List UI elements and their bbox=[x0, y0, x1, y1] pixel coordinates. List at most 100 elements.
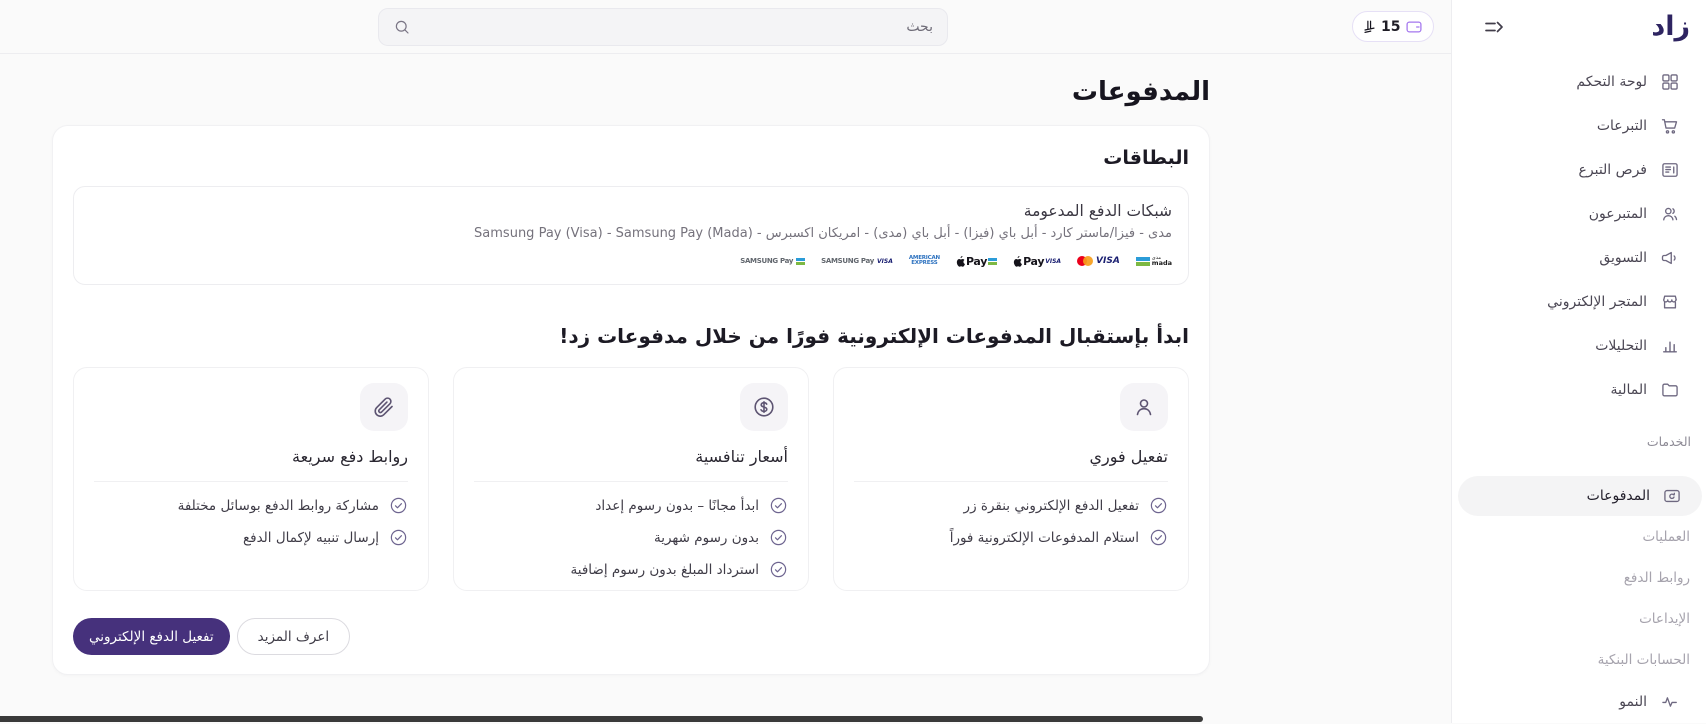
sidebar-item-online-store[interactable]: المتجر الإلكتروني bbox=[1452, 280, 1706, 324]
apple-pay-mada-logo: Pay bbox=[956, 255, 998, 268]
activate-epayment-button[interactable]: تفعيل الدفع الإلكتروني bbox=[73, 618, 230, 655]
check-circle-icon bbox=[390, 529, 407, 546]
sidebar-item-donation-opportunities[interactable]: فرص التبرع bbox=[1452, 148, 1706, 192]
sidebar-item-donors[interactable]: المتبرعون bbox=[1452, 192, 1706, 236]
feature-quick-payment-links: روابط دفع سريعة مشاركة روابط الدفع بوسائ… bbox=[73, 367, 429, 591]
sidebar: زاد لوحة التحكم التبرعات فرص التبرع المت… bbox=[1451, 0, 1706, 723]
board-icon bbox=[1660, 160, 1680, 180]
check-circle-icon bbox=[1150, 497, 1167, 514]
sidebar-item-label: المتبرعون bbox=[1588, 206, 1647, 222]
paperclip-icon bbox=[360, 383, 408, 431]
storefront-icon bbox=[1660, 292, 1680, 312]
app-root: 15 زاد لوحة التحكم التبرعات فرص التبرع bbox=[0, 0, 1706, 723]
feature-title: أسعار تنافسية bbox=[695, 447, 788, 466]
dollar-circle-icon bbox=[740, 383, 788, 431]
finance-wallet-icon bbox=[1660, 380, 1680, 400]
apple-pay-visa-logo: Pay VISA bbox=[1013, 255, 1061, 268]
sidebar-item-label: المدفوعات bbox=[1586, 488, 1650, 504]
sidebar-item-dashboard[interactable]: لوحة التحكم bbox=[1452, 60, 1706, 104]
search-icon bbox=[395, 20, 409, 34]
page-title: المدفوعات bbox=[1071, 77, 1210, 107]
sidebar-item-label: النمو bbox=[1619, 694, 1647, 710]
saudi-riyal-icon bbox=[1364, 20, 1375, 33]
sidebar-section-services: الخدمات bbox=[1646, 433, 1691, 449]
sidebar-item-label: لوحة التحكم bbox=[1576, 74, 1647, 90]
sidebar-item-finance[interactable]: المالية bbox=[1452, 368, 1706, 412]
apple-icon bbox=[1013, 255, 1023, 267]
sidebar-item-label: التسويق bbox=[1599, 250, 1647, 266]
sidebar-header: زاد bbox=[1452, 0, 1706, 54]
analytics-icon bbox=[1660, 336, 1680, 356]
payments-card-icon bbox=[1662, 486, 1682, 506]
mada-mark-icon bbox=[988, 257, 998, 265]
feature-bullet: مشاركة روابط الدفع بوسائل مختلفة bbox=[94, 496, 408, 515]
feature-bullet: تفعيل الدفع الإلكتروني بنقرة زر bbox=[854, 496, 1168, 515]
mastercard-visa-logo: VISA bbox=[1077, 256, 1120, 266]
check-circle-icon bbox=[770, 561, 787, 578]
sidebar-subitem-bank-accounts[interactable]: الحسابات البنكية bbox=[1452, 639, 1706, 680]
samsung-pay-visa-logo: SAMSUNG Pay VISA bbox=[821, 257, 893, 265]
networks-description: مدى - فيزا/ماستر كارد - أبل باي (فيزا) -… bbox=[474, 226, 1172, 241]
sidebar-item-label: التبرعات bbox=[1596, 118, 1647, 134]
sidebar-item-label: المتجر الإلكتروني bbox=[1547, 294, 1647, 310]
feature-competitive-prices: أسعار تنافسية ابدأ مجانًا – بدون رسوم إع… bbox=[453, 367, 809, 591]
collapse-sidebar-icon bbox=[1485, 21, 1503, 33]
check-circle-icon bbox=[1150, 529, 1167, 546]
dashboard-icon bbox=[1660, 72, 1680, 92]
mada-mark-icon bbox=[796, 257, 806, 265]
wallet-icon bbox=[1406, 20, 1423, 33]
sidebar-item-donations[interactable]: التبرعات bbox=[1452, 104, 1706, 148]
networks-title: شبكات الدفع المدعومة bbox=[1023, 202, 1172, 220]
horizontal-scrollbar-thumb[interactable] bbox=[0, 716, 1203, 722]
balance-badge[interactable]: 15 bbox=[1352, 11, 1435, 42]
feature-title: روابط دفع سريعة bbox=[292, 447, 408, 466]
sidebar-item-analytics[interactable]: التحليلات bbox=[1452, 324, 1706, 368]
cards-heading: البطاقات bbox=[1103, 147, 1189, 169]
mastercard-icon bbox=[1077, 256, 1094, 266]
sidebar-subitem-deposits[interactable]: الإيداعات bbox=[1452, 598, 1706, 639]
sidebar-item-label: التحليلات bbox=[1595, 338, 1647, 354]
feature-bullet: ابدأ مجانًا – بدون رسوم إعداد bbox=[474, 496, 788, 515]
actions-row: اعرف المزيد تفعيل الدفع الإلكتروني bbox=[73, 618, 1189, 655]
learn-more-button[interactable]: اعرف المزيد bbox=[236, 618, 351, 655]
pulse-icon bbox=[1660, 692, 1680, 712]
megaphone-icon bbox=[1660, 248, 1680, 268]
samsung-pay-mada-logo: SAMSUNG Pay bbox=[740, 257, 806, 265]
feature-bullet: استلام المدفوعات الإلكترونية فوراً bbox=[854, 528, 1168, 547]
divider bbox=[94, 481, 408, 482]
users-icon bbox=[1660, 204, 1680, 224]
sidebar-item-marketing[interactable]: التسويق bbox=[1452, 236, 1706, 280]
zad-logo[interactable]: زاد bbox=[1651, 9, 1691, 45]
apple-icon bbox=[956, 255, 965, 267]
payments-card: البطاقات شبكات الدفع المدعومة مدى - فيزا… bbox=[52, 125, 1210, 675]
features-row: تفعيل فوري تفعيل الدفع الإلكتروني بنقرة … bbox=[73, 367, 1189, 591]
main-content: المدفوعات البطاقات شبكات الدفع المدعومة … bbox=[52, 54, 1210, 675]
sidebar-subitem-transactions[interactable]: العمليات bbox=[1452, 516, 1706, 557]
sidebar-collapse-button[interactable] bbox=[1482, 15, 1506, 39]
topbar: 15 bbox=[0, 0, 1451, 54]
payment-logos-row: SAMSUNG Pay SAMSUNG Pay VISA AMERICAN EXP… bbox=[90, 251, 1172, 271]
feature-bullet: بدون رسوم شهرية bbox=[474, 528, 788, 547]
sidebar-item-label: المالية bbox=[1610, 382, 1647, 398]
sidebar-subitem-payment-links[interactable]: روابط الدفع bbox=[1452, 557, 1706, 598]
mada-mark-icon bbox=[1135, 256, 1150, 266]
sidebar-nav: لوحة التحكم التبرعات فرص التبرع المتبرعو… bbox=[1452, 54, 1706, 724]
supported-networks-box: شبكات الدفع المدعومة مدى - فيزا/ماستر كا… bbox=[73, 186, 1189, 285]
promo-heading: ابدأ بإستقبال المدفوعات الإلكترونية فورً… bbox=[559, 324, 1189, 348]
american-express-logo: AMERICAN EXPRESS bbox=[908, 255, 940, 266]
sidebar-item-growth[interactable]: النمو bbox=[1452, 680, 1706, 724]
check-circle-icon bbox=[770, 497, 787, 514]
check-circle-icon bbox=[770, 529, 787, 546]
divider bbox=[474, 481, 788, 482]
feature-title: تفعيل فوري bbox=[1089, 447, 1168, 466]
search-bar[interactable] bbox=[378, 8, 948, 46]
balance-amount: 15 bbox=[1381, 18, 1401, 35]
sidebar-item-payments-active[interactable]: المدفوعات bbox=[1458, 476, 1702, 516]
feature-instant-activation: تفعيل فوري تفعيل الدفع الإلكتروني بنقرة … bbox=[833, 367, 1189, 591]
divider bbox=[854, 481, 1168, 482]
search-input[interactable] bbox=[419, 19, 933, 35]
check-circle-icon bbox=[390, 497, 407, 514]
sidebar-item-label: فرص التبرع bbox=[1578, 162, 1647, 178]
feature-bullet: إرسال تنبيه لإكمال الدفع bbox=[94, 528, 408, 547]
feature-bullet: استرداد المبلغ بدون رسوم إضافية bbox=[474, 560, 788, 579]
